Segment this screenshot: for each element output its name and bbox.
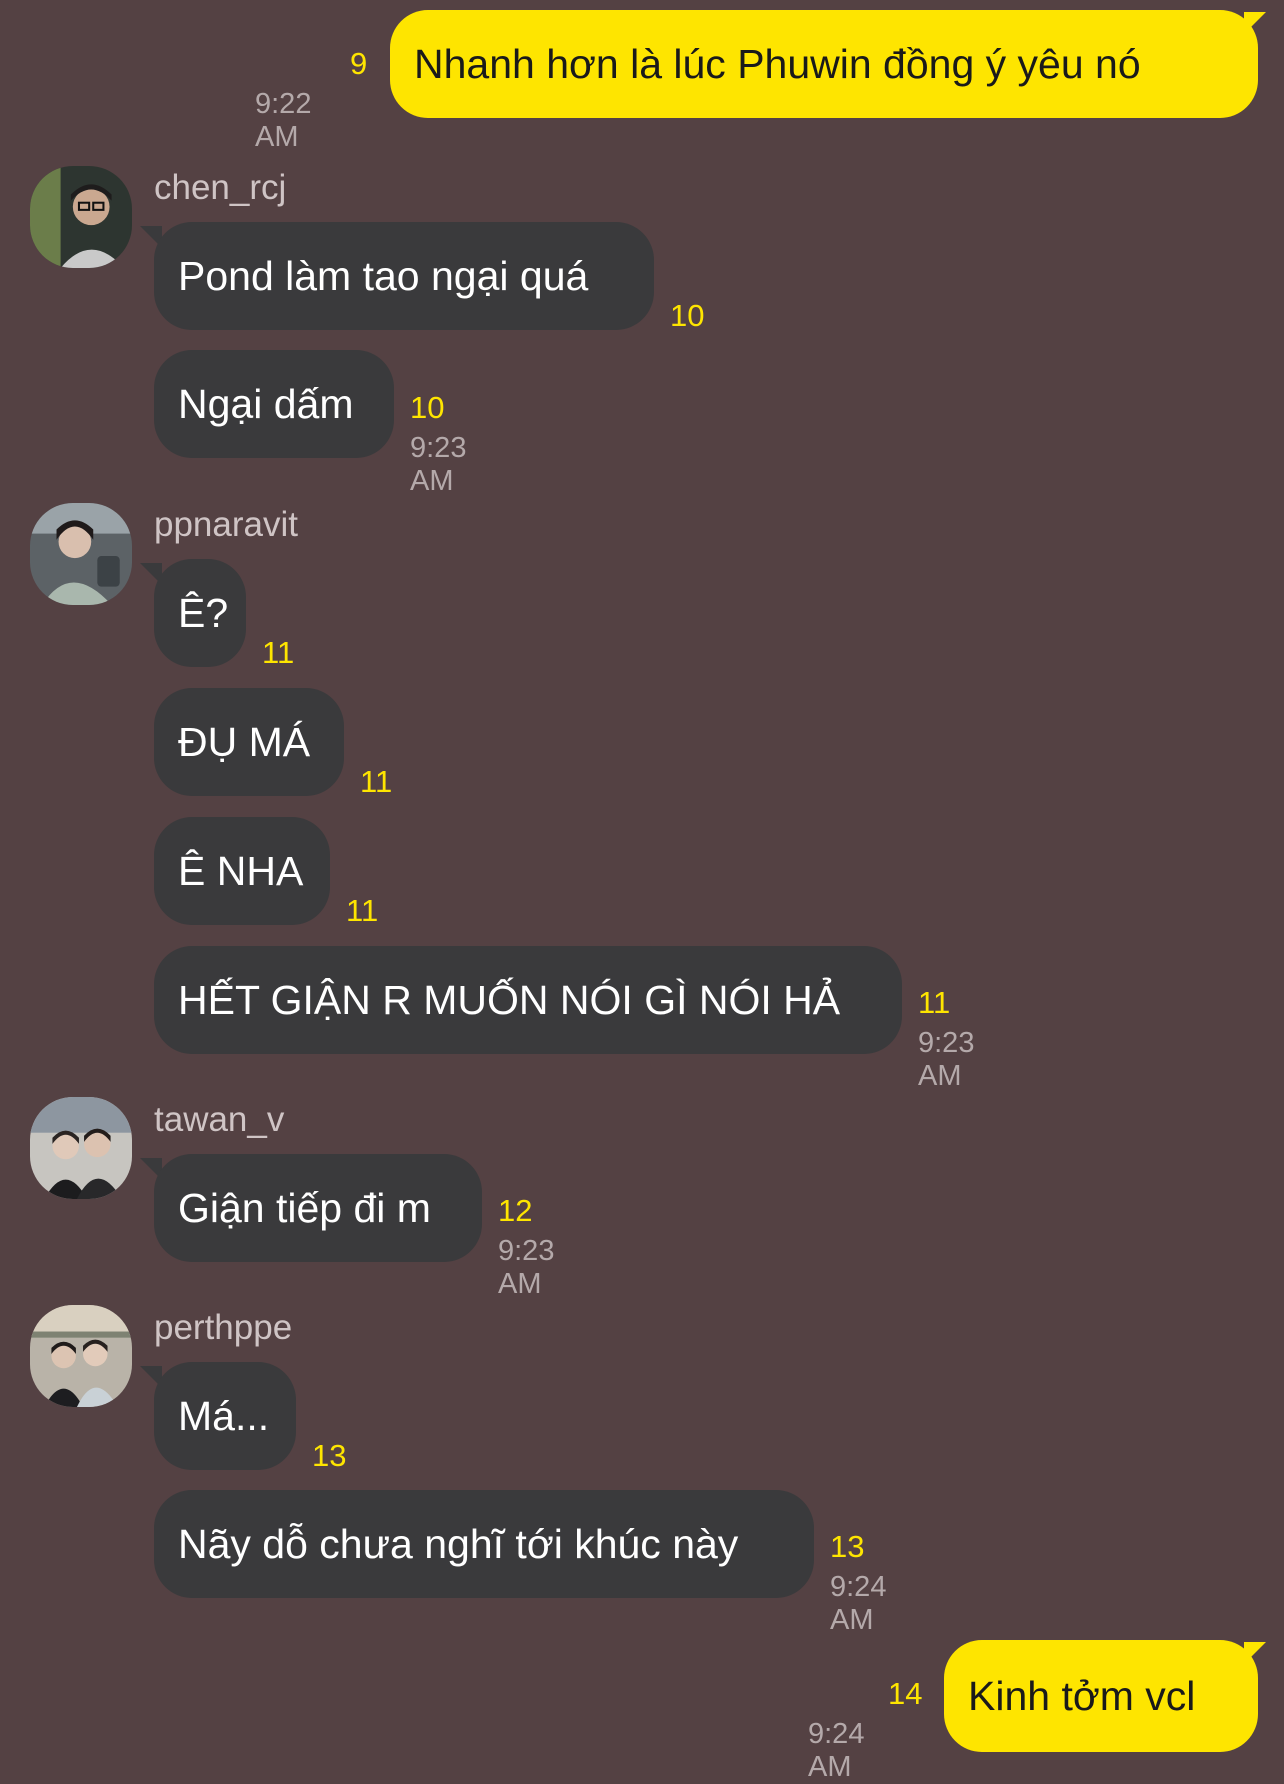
message-time: 9:23 AM — [498, 1235, 555, 1300]
sender-name: tawan_v — [154, 1100, 285, 1139]
message-text: Kinh tởm vcl — [968, 1672, 1196, 1719]
unread-count: 9 — [350, 46, 368, 81]
message-text: Nãy dỗ chưa nghĩ tới khúc này — [178, 1520, 739, 1567]
user-avatar-icon[interactable] — [30, 166, 132, 268]
unread-count: 14 — [888, 1676, 923, 1711]
unread-count: 13 — [312, 1438, 347, 1473]
sender-name: ppnaravit — [154, 505, 298, 544]
message-bubble[interactable]: Ê NHA — [154, 817, 330, 925]
unread-count: 12 — [498, 1193, 533, 1228]
message-text: Giận tiếp đi m — [178, 1184, 431, 1231]
message-text: HẾT GIẬN R MUỐN NÓI GÌ NÓI HẢ — [178, 976, 841, 1023]
message-bubble[interactable]: Kinh tởm vcl — [944, 1640, 1258, 1752]
message-text: Nhanh hơn là lúc Phuwin đồng ý yêu nó — [414, 40, 1141, 87]
unread-count: 10 — [670, 298, 705, 333]
unread-count: 11 — [918, 985, 951, 1020]
unread-count: 10 — [410, 390, 445, 425]
message-text: Pond làm tao ngại quá — [178, 252, 589, 299]
message-bubble[interactable]: ĐỤ MÁ — [154, 688, 344, 796]
message-time: 9:23 AM — [918, 1027, 975, 1092]
message-bubble[interactable]: Nãy dỗ chưa nghĩ tới khúc này — [154, 1490, 814, 1598]
unread-count: 11 — [262, 635, 295, 670]
message-bubble[interactable]: Giận tiếp đi m — [154, 1154, 482, 1262]
message-bubble[interactable]: HẾT GIẬN R MUỐN NÓI GÌ NÓI HẢ — [154, 946, 902, 1054]
user-avatar-icon[interactable] — [30, 1097, 132, 1199]
message-text: Má... — [178, 1392, 270, 1439]
message-time: 9:24 AM — [808, 1718, 865, 1783]
unread-count: 11 — [346, 893, 379, 928]
message-bubble[interactable]: Pond làm tao ngại quá — [154, 222, 654, 330]
message-bubble[interactable]: Má... — [154, 1362, 296, 1470]
message-bubble[interactable]: Ngại dấm — [154, 350, 394, 458]
message-time: 9:23 AM — [410, 432, 467, 497]
message-time: 9:22 AM — [255, 88, 312, 153]
user-avatar-icon[interactable] — [30, 503, 132, 605]
sender-name: perthppe — [154, 1308, 293, 1347]
message-text: Ê? — [178, 589, 229, 636]
user-avatar-icon[interactable] — [30, 1305, 132, 1407]
sender-name: chen_rcj — [154, 168, 287, 207]
unread-count: 11 — [360, 764, 393, 799]
message-time: 9:24 AM — [830, 1571, 887, 1636]
message-text: ĐỤ MÁ — [178, 718, 311, 765]
message-bubble[interactable]: Ê? — [154, 559, 246, 667]
message-text: Ngại dấm — [178, 380, 354, 427]
unread-count: 13 — [830, 1529, 865, 1564]
message-text: Ê NHA — [178, 847, 304, 894]
message-bubble[interactable]: Nhanh hơn là lúc Phuwin đồng ý yêu nó — [390, 10, 1258, 118]
